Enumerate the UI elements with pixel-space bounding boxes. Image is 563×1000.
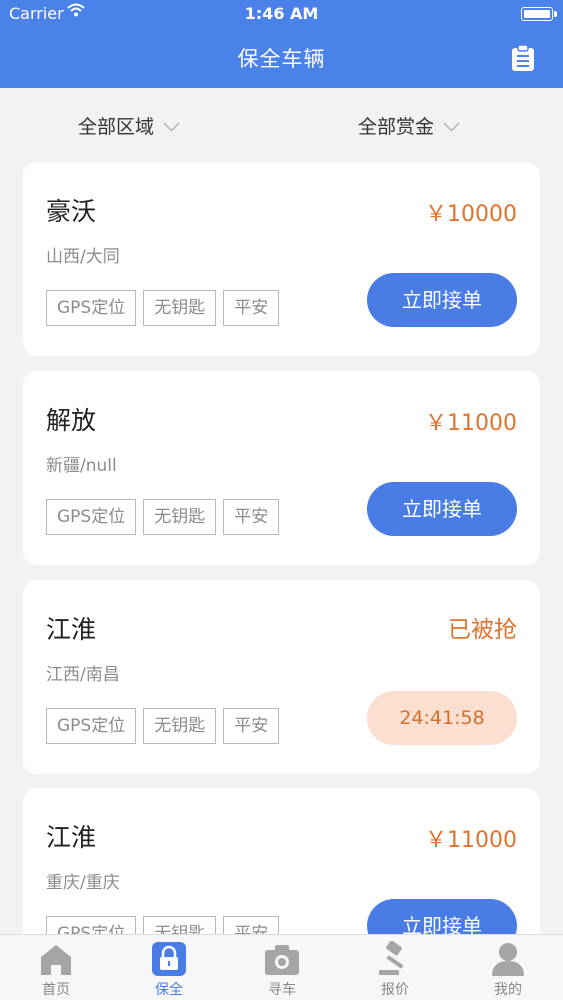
vehicle-region: 江西/南昌 bbox=[46, 665, 120, 685]
lock-icon bbox=[152, 942, 186, 976]
tag-insurer: 平安 bbox=[223, 499, 280, 535]
tag-no-key: 无钥匙 bbox=[143, 916, 217, 934]
tag-list: GPS定位 无钥匙 平安 bbox=[46, 916, 280, 934]
status-bar: Carrier 1:46 AM bbox=[0, 0, 563, 28]
vehicle-card[interactable]: 江淮 已被抢 江西/南昌 GPS定位 无钥匙 平安 24:41:58 bbox=[23, 580, 540, 774]
taken-status: 已被抢 bbox=[448, 617, 517, 643]
tag-no-key: 无钥匙 bbox=[143, 499, 217, 535]
tab-label: 报价 bbox=[381, 982, 409, 998]
tag-insurer: 平安 bbox=[223, 290, 280, 326]
tab-mine[interactable]: 我的 bbox=[452, 935, 563, 1000]
tab-bar: 首页 保全 寻车 报价 我的 bbox=[0, 934, 563, 1000]
accept-order-button[interactable]: 立即接单 bbox=[367, 899, 517, 934]
vehicle-card[interactable]: 江淮 ￥11000 重庆/重庆 GPS定位 无钥匙 平安 立即接单 bbox=[23, 788, 540, 934]
tab-quote[interactable]: 报价 bbox=[339, 935, 451, 1000]
user-icon bbox=[492, 943, 524, 976]
home-icon bbox=[41, 945, 71, 975]
clipboard-icon[interactable] bbox=[511, 44, 535, 72]
tag-list: GPS定位 无钥匙 平安 bbox=[46, 499, 280, 535]
reward-filter-label: 全部赏金 bbox=[358, 116, 435, 138]
battery-icon bbox=[521, 7, 557, 21]
vehicle-brand: 江淮 bbox=[46, 615, 97, 644]
tab-label: 寻车 bbox=[268, 982, 296, 998]
tab-find-car[interactable]: 寻车 bbox=[226, 935, 338, 1000]
tag-no-key: 无钥匙 bbox=[143, 290, 217, 326]
chevron-down-icon bbox=[163, 115, 180, 132]
tag-gps: GPS定位 bbox=[46, 499, 137, 535]
vehicle-list[interactable]: 豪沃 ￥10000 山西/大同 GPS定位 无钥匙 平安 立即接单 解放 ￥11… bbox=[0, 162, 563, 934]
tab-label: 首页 bbox=[42, 982, 70, 998]
tag-insurer: 平安 bbox=[223, 916, 280, 934]
filter-bar: 全部区域 全部赏金 bbox=[0, 88, 563, 160]
tab-label: 保全 bbox=[155, 982, 183, 998]
vehicle-card[interactable]: 解放 ￥11000 新疆/null GPS定位 无钥匙 平安 立即接单 bbox=[23, 371, 540, 565]
tag-gps: GPS定位 bbox=[46, 290, 137, 326]
vehicle-brand: 江淮 bbox=[46, 823, 97, 852]
tag-list: GPS定位 无钥匙 平安 bbox=[46, 290, 280, 326]
tab-label: 我的 bbox=[494, 982, 522, 998]
vehicle-brand: 豪沃 bbox=[46, 197, 97, 226]
vehicle-region: 山西/大同 bbox=[46, 247, 120, 267]
accept-order-button[interactable]: 立即接单 bbox=[367, 482, 517, 536]
tab-protect[interactable]: 保全 bbox=[113, 935, 225, 1000]
area-filter-label: 全部区域 bbox=[78, 116, 155, 138]
tag-gps: GPS定位 bbox=[46, 708, 137, 744]
tag-list: GPS定位 无钥匙 平安 bbox=[46, 708, 280, 744]
nav-header: Carrier 1:46 AM 保全车辆 bbox=[0, 0, 563, 88]
area-filter-dropdown[interactable]: 全部区域 bbox=[78, 112, 180, 139]
vehicle-brand: 解放 bbox=[46, 406, 97, 435]
chevron-down-icon bbox=[443, 115, 460, 132]
vehicle-region: 新疆/null bbox=[46, 456, 117, 476]
countdown-timer: 24:41:58 bbox=[367, 691, 517, 745]
camera-icon bbox=[265, 945, 299, 975]
reward-price: ￥11000 bbox=[425, 411, 517, 436]
accept-order-button[interactable]: 立即接单 bbox=[367, 273, 517, 327]
gavel-icon bbox=[379, 941, 404, 975]
clock-time: 1:46 AM bbox=[244, 4, 319, 23]
tag-insurer: 平安 bbox=[223, 708, 280, 744]
page-title: 保全车辆 bbox=[237, 47, 326, 71]
tag-no-key: 无钥匙 bbox=[143, 708, 217, 744]
tab-home[interactable]: 首页 bbox=[0, 935, 112, 1000]
vehicle-card[interactable]: 豪沃 ￥10000 山西/大同 GPS定位 无钥匙 平安 立即接单 bbox=[23, 162, 540, 356]
vehicle-region: 重庆/重庆 bbox=[46, 873, 120, 893]
tag-gps: GPS定位 bbox=[46, 916, 137, 934]
reward-price: ￥11000 bbox=[425, 828, 517, 853]
reward-filter-dropdown[interactable]: 全部赏金 bbox=[358, 112, 460, 139]
reward-price: ￥10000 bbox=[425, 202, 517, 227]
